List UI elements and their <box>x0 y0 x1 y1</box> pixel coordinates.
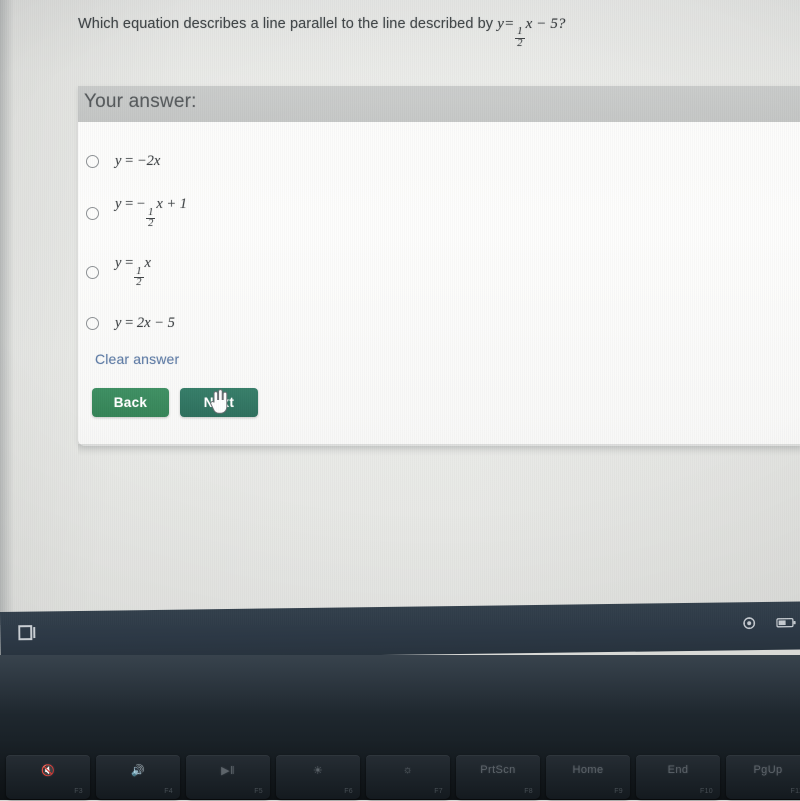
volume-mute-icon: 🔇 <box>40 765 56 777</box>
key-f8[interactable]: PrtScn F8 <box>456 755 540 799</box>
key-f10-label: F10 <box>700 788 713 795</box>
opt3-equals: = <box>125 255 134 272</box>
answer-option-3[interactable]: y = 1 2 x <box>86 255 151 288</box>
opt4-lhs: y <box>115 314 122 331</box>
play-pause-icon: ▶‖ <box>221 765 235 777</box>
question-equation: y= 1 2 x − 5? <box>497 16 566 48</box>
task-view-icon[interactable] <box>18 624 38 642</box>
page-up-key: PgUp <box>753 764 783 776</box>
network-icon[interactable] <box>742 616 756 630</box>
end-key: End <box>667 764 689 776</box>
key-f9[interactable]: Home F9 <box>546 755 630 799</box>
radio-button-4[interactable] <box>86 316 99 330</box>
fraction-denominator: 2 <box>515 37 525 49</box>
key-f7[interactable]: ☼ F7 <box>366 755 450 799</box>
opt3-tail: x <box>144 255 151 272</box>
opt3-lhs: y <box>115 255 122 272</box>
opt2-denominator: 2 <box>146 218 156 230</box>
opt2-sign: − <box>136 196 146 213</box>
opt2-numerator: 1 <box>148 206 154 218</box>
volume-up-icon: 🔊 <box>130 765 146 777</box>
next-button[interactable]: Next <box>180 388 258 417</box>
system-tray[interactable] <box>742 616 796 631</box>
your-answer-label: Your answer: <box>84 91 197 112</box>
key-f11-label: F11 <box>790 788 800 795</box>
opt3-numerator: 1 <box>136 265 142 277</box>
key-f5[interactable]: ▶‖ F5 <box>186 755 270 799</box>
opt1-equals: = <box>125 152 134 169</box>
answer-option-1-label: y = −2x <box>115 153 160 170</box>
key-f7-label: F7 <box>434 788 443 795</box>
opt2-lhs: y <box>115 196 122 213</box>
opt3-denominator: 2 <box>134 277 144 289</box>
opt3-fraction-one-half: 1 2 <box>134 265 144 289</box>
opt1-rhs: −2x <box>136 152 161 169</box>
question-text: Which equation describes a line parallel… <box>78 16 768 49</box>
radio-button-3[interactable] <box>86 265 99 279</box>
key-f4-label: F4 <box>164 788 173 795</box>
key-f8-label: F8 <box>524 788 533 795</box>
opt2-equals: = <box>125 196 134 213</box>
answer-option-1[interactable]: y = −2x <box>86 148 160 174</box>
brightness-down-icon: ☀ <box>312 765 324 777</box>
key-f10[interactable]: End F10 <box>636 755 720 799</box>
equation-tail: x − 5? <box>525 16 566 32</box>
opt1-lhs: y <box>115 152 122 169</box>
screen-left-bezel-glare <box>0 0 14 625</box>
key-f9-label: F9 <box>614 788 623 795</box>
print-screen-key: PrtScn <box>480 764 516 776</box>
battery-icon[interactable] <box>776 617 796 629</box>
key-f5-label: F5 <box>254 788 263 795</box>
windows-taskbar[interactable] <box>0 601 800 660</box>
opt2-tail: x + 1 <box>156 196 188 213</box>
equation-equals: = <box>504 16 515 32</box>
answer-option-3-label: y = 1 2 x <box>115 255 151 288</box>
key-f3[interactable]: 🔇 F3 <box>6 755 90 799</box>
opt2-fraction-one-half: 1 2 <box>146 206 156 230</box>
key-f6-label: F6 <box>344 788 353 795</box>
fraction-one-half: 1 2 <box>515 26 525 49</box>
answer-option-4[interactable]: y = 2x − 5 <box>86 310 175 336</box>
key-f3-label: F3 <box>74 788 83 795</box>
key-f11[interactable]: PgUp F11 <box>726 755 800 799</box>
answer-option-2-label: y = − 1 2 x + 1 <box>115 196 187 229</box>
laptop-deck: 🔇 F3 🔊 F4 ▶‖ F5 ☀ F6 ☼ F7 PrtScn F8 Home… <box>0 655 800 800</box>
opt4-rhs: 2x − 5 <box>136 314 175 331</box>
question-prefix: Which equation describes a line parallel… <box>78 16 494 32</box>
laptop-screen: Which equation describes a line parallel… <box>0 0 800 660</box>
brightness-up-icon: ☼ <box>402 764 414 776</box>
key-f4[interactable]: 🔊 F4 <box>96 755 180 799</box>
answer-card: Your answer: y = −2x y = − 1 2 x + 1 y =… <box>78 86 800 446</box>
key-f6[interactable]: ☀ F6 <box>276 755 360 799</box>
answer-option-4-label: y = 2x − 5 <box>115 315 175 332</box>
radio-button-1[interactable] <box>86 154 99 168</box>
opt4-equals: = <box>125 314 134 331</box>
radio-button-2[interactable] <box>86 206 99 220</box>
fraction-numerator: 1 <box>517 26 523 38</box>
clear-answer-link[interactable]: Clear answer <box>95 351 179 367</box>
answer-option-2[interactable]: y = − 1 2 x + 1 <box>86 196 187 229</box>
keyboard-function-row: 🔇 F3 🔊 F4 ▶‖ F5 ☀ F6 ☼ F7 PrtScn F8 Home… <box>0 755 800 801</box>
home-key: Home <box>572 764 604 776</box>
back-button[interactable]: Back <box>92 388 169 417</box>
your-answer-header: Your answer: <box>78 86 800 122</box>
